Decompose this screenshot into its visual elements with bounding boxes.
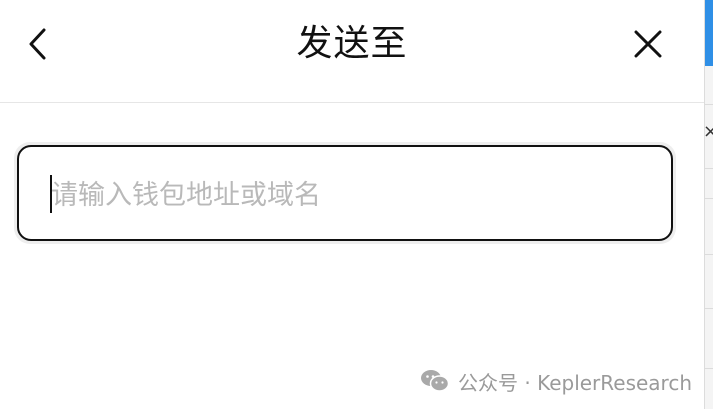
page: 发送至 公众号 · KeplerR xyxy=(0,0,713,409)
watermark: 公众号 · KeplerResearch xyxy=(420,366,692,396)
address-input-box[interactable] xyxy=(17,145,673,241)
background-divider xyxy=(705,104,713,105)
background-divider xyxy=(705,254,713,255)
background-divider xyxy=(705,198,713,199)
sheet-header: 发送至 xyxy=(0,0,704,103)
background-close-icon: × xyxy=(703,121,713,142)
background-divider xyxy=(705,168,713,169)
address-input-container xyxy=(14,142,676,244)
background-divider xyxy=(705,308,713,309)
page-title: 发送至 xyxy=(296,23,408,64)
close-icon xyxy=(634,30,662,58)
close-button[interactable] xyxy=(622,18,674,70)
send-to-sheet: 发送至 公众号 · KeplerR xyxy=(0,0,704,409)
watermark-text: 公众号 · KeplerResearch xyxy=(458,370,693,395)
background-accent-bar xyxy=(705,0,713,66)
wechat-icon xyxy=(421,370,450,392)
background-divider xyxy=(705,368,713,369)
address-input[interactable] xyxy=(51,169,641,221)
